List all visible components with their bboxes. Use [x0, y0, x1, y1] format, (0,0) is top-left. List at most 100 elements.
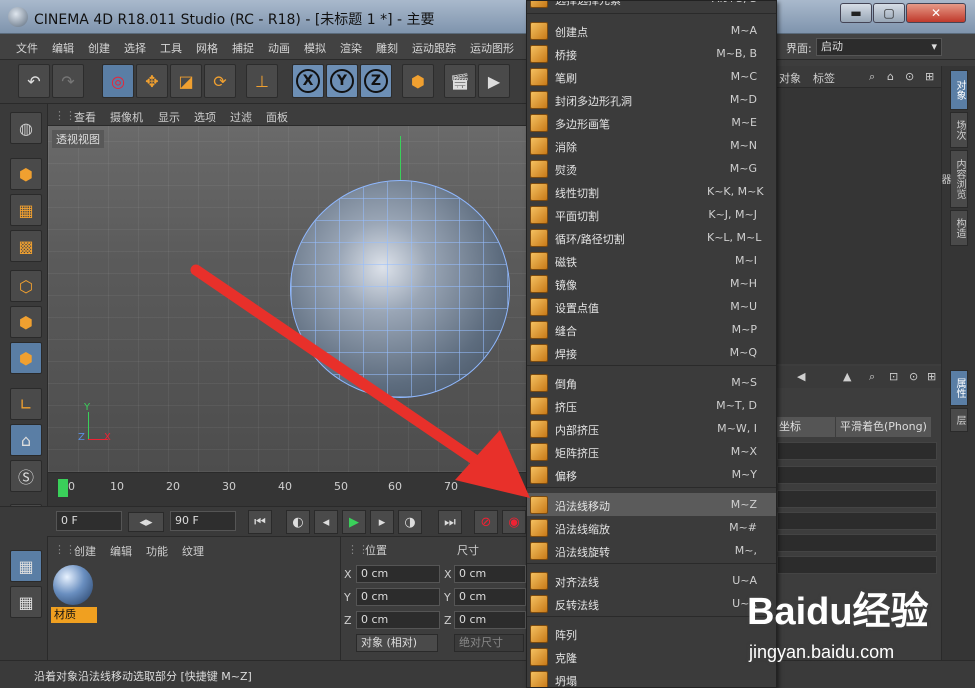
live-selection-button[interactable]: ◎ [102, 64, 134, 98]
solo-button[interactable]: Ⓢ [10, 460, 42, 492]
object-menu-objects[interactable]: 对象 [779, 70, 801, 86]
attribute-row[interactable] [777, 442, 937, 460]
vtab-structure[interactable]: 构造 [950, 210, 968, 246]
up-arrow-icon[interactable]: ▲ [843, 370, 851, 383]
edges-mode-button[interactable]: ⬢ [10, 306, 42, 338]
tab-coordinates[interactable]: 坐标 [777, 417, 835, 437]
enable-axis-button[interactable]: ∟ [10, 388, 42, 420]
next-frame-button[interactable]: ▸ [370, 510, 394, 534]
scale-tool-button[interactable]: ◪ [170, 64, 202, 98]
tab-phong[interactable]: 平滑着色(Phong) [836, 417, 931, 437]
menu-select[interactable]: 选择 [124, 40, 146, 56]
z-axis-toggle[interactable]: Z [360, 64, 392, 98]
viewport-menu-options[interactable]: 选项 [194, 109, 216, 125]
position-y-field[interactable]: 0 cm [356, 588, 440, 606]
menu-animate[interactable]: 动画 [268, 40, 290, 56]
prev-frame-button[interactable]: ◂ [314, 510, 338, 534]
x-axis-toggle[interactable]: X [292, 64, 324, 98]
material-menu-edit[interactable]: 编辑 [110, 543, 132, 559]
interface-select[interactable]: 启动 ▾ [816, 38, 942, 56]
material-menu-create[interactable]: 创建 [74, 543, 96, 559]
menu-item-brush[interactable]: 笔刷 M~C [527, 65, 776, 88]
menu-item-matrix-extrude[interactable]: 矩阵挤压 M~X [527, 440, 776, 463]
attribute-link-field[interactable] [777, 490, 937, 508]
play-button[interactable]: ▶ [342, 510, 366, 534]
minimize-button[interactable]: ▬ [840, 3, 872, 23]
menu-item-magnet[interactable]: 磁铁 M~I [527, 249, 776, 272]
size-x-field[interactable]: 0 cm [454, 565, 526, 583]
menu-item-set-point[interactable]: 设置点值 M~U [527, 295, 776, 318]
rotate-tool-button[interactable]: ⟳ [204, 64, 236, 98]
go-to-prev-key-button[interactable]: ◐ [286, 510, 310, 534]
vtab-content-browser[interactable]: 内容浏览器 [939, 150, 968, 208]
render-view-button[interactable]: 🎬︎ [444, 64, 476, 98]
vtab-objects[interactable]: 对象 [950, 70, 968, 110]
viewport-menu-display[interactable]: 显示 [158, 109, 180, 125]
menu-item-align-normal[interactable]: 对齐法线 U~A [527, 569, 776, 592]
size-z-field[interactable]: 0 cm [454, 611, 526, 629]
menu-item-extrude[interactable]: 挤压 M~T, D [527, 394, 776, 417]
go-to-start-button[interactable]: ⏮ [248, 510, 272, 534]
menu-item-array[interactable]: 阵列 [527, 622, 776, 645]
object-menu-tags[interactable]: 标签 [813, 70, 835, 86]
vtab-layers[interactable]: 层 [950, 408, 968, 432]
search-icon[interactable]: ⌕ [869, 370, 875, 384]
menu-item-bridge[interactable]: 桥接 M~B, B [527, 42, 776, 65]
close-button[interactable]: ✕ [906, 3, 966, 23]
menu-item-poly-pen[interactable]: 多边形画笔 M~E [527, 111, 776, 134]
redo-button[interactable]: ↷ [52, 64, 84, 98]
menu-file[interactable]: 文件 [16, 40, 38, 56]
render-picture-viewer-button[interactable]: ▶ [478, 64, 510, 98]
menu-item-weld[interactable]: 焊接 M~Q [527, 341, 776, 364]
workplane-lock-button[interactable]: ▦ [10, 550, 42, 582]
menu-item-loop-cut[interactable]: 循环/路径切割 K~L, M~L [527, 226, 776, 249]
material-menu-texture[interactable]: 纹理 [182, 543, 204, 559]
tweak-mode-button[interactable]: ⌂ [10, 424, 42, 456]
menu-item-reverse-normal[interactable]: 反转法线 U~R [527, 592, 776, 615]
menu-item-iron[interactable]: 熨烫 M~G [527, 157, 776, 180]
menu-item-bevel[interactable]: 倒角 M~S [527, 371, 776, 394]
position-z-field[interactable]: 0 cm [356, 611, 440, 629]
home-icon[interactable]: ⌂ [887, 70, 894, 83]
recent-tools-button[interactable]: ⊥ [246, 64, 278, 98]
record-keys-button[interactable]: ⊘ [474, 510, 498, 534]
viewport-drag-handle[interactable]: ⋮⋮ [54, 109, 76, 122]
menu-mesh[interactable]: 网格 [196, 40, 218, 56]
menu-render[interactable]: 渲染 [340, 40, 362, 56]
menu-simulate[interactable]: 模拟 [304, 40, 326, 56]
search-icon[interactable]: ⌕ [869, 70, 875, 84]
menu-item-normal-rotate[interactable]: 沿法线旋转 M~, [527, 539, 776, 562]
timeline-ruler[interactable]: 0 10 20 30 40 50 60 70 [48, 472, 526, 506]
size-mode-dropdown[interactable]: 绝对尺寸 [454, 634, 524, 652]
vtab-takes[interactable]: 场次 [950, 112, 968, 148]
menu-mograph[interactable]: 运动图形 [470, 40, 514, 56]
model-mode-button[interactable]: ⬢ [10, 158, 42, 190]
attribute-dropdown[interactable] [777, 556, 937, 574]
go-to-end-button[interactable]: ⏭ [438, 510, 462, 534]
viewport-menu-panel[interactable]: 面板 [266, 109, 288, 125]
go-to-next-key-button[interactable]: ◑ [398, 510, 422, 534]
points-mode-button[interactable]: ⬡ [10, 270, 42, 302]
current-frame-marker[interactable] [58, 479, 68, 497]
make-editable-button[interactable]: ◍ [10, 112, 42, 144]
y-axis-toggle[interactable]: Y [326, 64, 358, 98]
autokey-button[interactable]: ◉ [502, 510, 526, 534]
scroll-icon[interactable]: ⊙ [905, 70, 914, 83]
attribute-dropdown[interactable] [777, 512, 937, 530]
menu-item-dissolve[interactable]: 消除 M~N [527, 134, 776, 157]
workplane-mode-button[interactable]: ▩ [10, 230, 42, 262]
size-y-field[interactable]: 0 cm [454, 588, 526, 606]
attribute-row[interactable] [777, 466, 937, 484]
menu-item-collapse[interactable]: 坍塌 [527, 668, 776, 687]
back-arrow-icon[interactable]: ◀ [797, 370, 805, 383]
coordinate-mode-dropdown[interactable]: 对象 (相对) [356, 634, 438, 652]
viewport-menu-view[interactable]: 查看 [74, 109, 96, 125]
material-menu-function[interactable]: 功能 [146, 543, 168, 559]
move-tool-button[interactable]: ✥ [136, 64, 168, 98]
menu-item-normal-scale[interactable]: 沿法线缩放 M~# [527, 516, 776, 539]
maximize-button[interactable]: ▢ [873, 3, 905, 23]
menu-create[interactable]: 创建 [88, 40, 110, 56]
menu-item-clone[interactable]: 克隆 [527, 645, 776, 668]
new-view-icon[interactable]: ⊞ [927, 370, 936, 383]
perspective-viewport[interactable]: 透视视图 Y X Z [48, 126, 526, 472]
